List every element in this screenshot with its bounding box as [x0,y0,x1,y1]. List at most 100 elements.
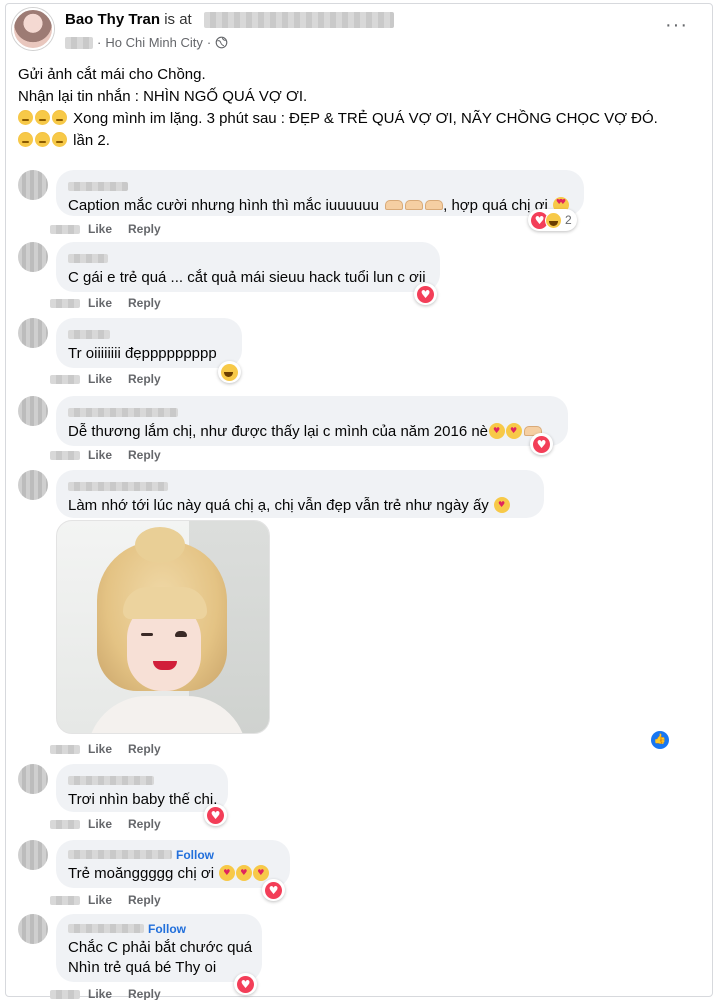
commenter-avatar[interactable] [18,470,48,500]
like-button[interactable]: Like [88,372,112,386]
comment-actions: Like Reply [50,987,177,1000]
reply-button[interactable]: Reply [128,222,161,236]
reply-button[interactable]: Reply [128,987,161,1000]
author-line: Bao Thy Tran is at [65,11,394,29]
follow-button[interactable]: Follow [176,848,214,862]
heart-hands-emoji-icon [385,200,404,210]
commenter-avatar[interactable] [18,914,48,944]
post-line-text: lần 2. [73,132,110,149]
comment-actions: Like Reply [50,893,177,907]
at-text: is at [164,11,192,28]
like-button[interactable]: Like [88,817,112,831]
like-button[interactable]: Like [88,222,112,236]
reaction-summary[interactable] [530,433,553,455]
commenter-avatar[interactable] [18,764,48,794]
heart-eyes-emoji-icon [506,423,523,439]
blurred-time [50,451,80,461]
post-line: Xong mình im lặng. 3 phút sau : ĐẸP & TR… [18,108,708,130]
reaction-summary[interactable] [204,804,227,826]
reaction-summary[interactable] [234,973,257,995]
commenter-name[interactable] [68,772,216,786]
blurred-time [50,225,80,235]
blurred-place [203,12,394,29]
commenter-avatar[interactable] [18,242,48,272]
love-reaction-icon [417,285,434,303]
unamused-emoji-icon [18,110,33,125]
author-avatar[interactable] [12,8,54,50]
reaction-summary[interactable] [218,361,241,383]
commenter-avatar[interactable] [18,396,48,426]
unamused-emoji-icon [52,132,67,147]
reaction-count: 2 [565,213,572,227]
like-button[interactable]: Like [88,448,112,462]
reply-button[interactable]: Reply [128,296,161,310]
comment-photo[interactable] [56,520,270,734]
comment-text: Làm nhớ tới lúc này quá chị ạ, chị vẫn đ… [68,497,510,514]
reaction-summary[interactable] [414,283,437,305]
commenter-name: Follow [68,846,278,862]
post-line: lần 2. [18,130,708,152]
commenter-name[interactable] [68,326,230,340]
comment-bubble: Follow Chắc C phải bắt chước quá Nhìn tr… [56,914,262,982]
like-reaction-icon[interactable]: 👍 [651,731,669,749]
like-button[interactable]: Like [88,296,112,310]
post-meta: · Ho Chi Minh City · [65,35,228,50]
reply-button[interactable]: Reply [128,893,161,907]
comment-bubble: C gái e trẻ quá ... cắt quả mái sieuu ha… [56,242,440,292]
unamused-emoji-icon [52,110,67,125]
reply-button[interactable]: Reply [128,448,161,462]
comment-bubble: Caption mắc cười nhưng hình thì mắc iuuu… [56,170,584,216]
commenter-name[interactable] [68,178,572,192]
post-text: Gửi ảnh cắt mái cho Chồng. Nhận lại tin … [18,64,708,152]
comment-text: Trẻ moănggggg chị ơi [68,865,270,882]
ellipsis-icon[interactable]: ··· [665,15,688,35]
love-reaction-icon [207,806,224,824]
blurred-time [50,745,80,755]
commenter-name[interactable] [68,250,428,264]
like-button[interactable]: Like [88,893,112,907]
unamused-emoji-icon [18,132,33,147]
comment-text: Dễ thương lắm chị, như được thấy lại c m… [68,423,543,440]
reply-button[interactable]: Reply [128,372,161,386]
reply-button[interactable]: Reply [128,817,161,831]
commenter-avatar[interactable] [18,840,48,870]
commenter-name[interactable] [68,478,532,492]
blurred-time [50,990,80,1000]
author-name[interactable]: Bao Thy Tran [65,11,160,28]
commenter-avatar[interactable] [18,170,48,200]
post-header: Bao Thy Tran is at · Ho Chi Minh City · … [12,8,702,58]
comment-text: Tr oiiiiiiii đẹppppppppp [68,345,217,362]
comment-bubble: Dễ thương lắm chị, như được thấy lại c m… [56,396,568,446]
haha-reaction-icon [545,211,562,229]
blurred-time [50,375,80,385]
reply-button[interactable]: Reply [128,742,161,756]
love-reaction-icon [265,881,282,899]
follow-button[interactable]: Follow [148,922,186,936]
location-name[interactable]: Ho Chi Minh City [105,35,203,50]
meta-separator: · [206,35,212,50]
comment-bubble: Trơi nhìn baby thế chị. [56,764,228,812]
comment-text: Nhìn trẻ quá bé Thy oi [68,959,217,976]
commenter-avatar[interactable] [18,318,48,348]
commenter-name[interactable] [68,404,556,418]
like-button[interactable]: Like [88,742,112,756]
haha-reaction-icon [221,363,238,381]
unamused-emoji-icon [35,132,50,147]
comment-text: Chắc C phải bắt chước quá [68,939,253,956]
like-button[interactable]: Like [88,987,112,1000]
heart-eyes-emoji-icon [253,865,270,881]
heart-hands-emoji-icon [405,200,424,210]
comment-actions: Like Reply [50,372,177,386]
comment-actions: Like Reply [50,296,177,310]
comment-text: Trơi nhìn baby thế chị. [68,791,218,808]
heart-eyes-emoji-icon [219,865,236,881]
comment-actions: Like Reply [50,817,177,831]
reaction-summary[interactable] [262,879,285,901]
blurred-time [50,820,80,830]
comment-bubble: Làm nhớ tới lúc này quá chị ạ, chị vẫn đ… [56,470,544,518]
love-reaction-icon [237,975,254,993]
blurred-time [65,36,93,49]
reaction-summary[interactable]: 2 [528,209,577,231]
commenter-name: Follow [68,920,250,936]
comment-bubble: Follow Trẻ moănggggg chị ơi [56,840,290,888]
